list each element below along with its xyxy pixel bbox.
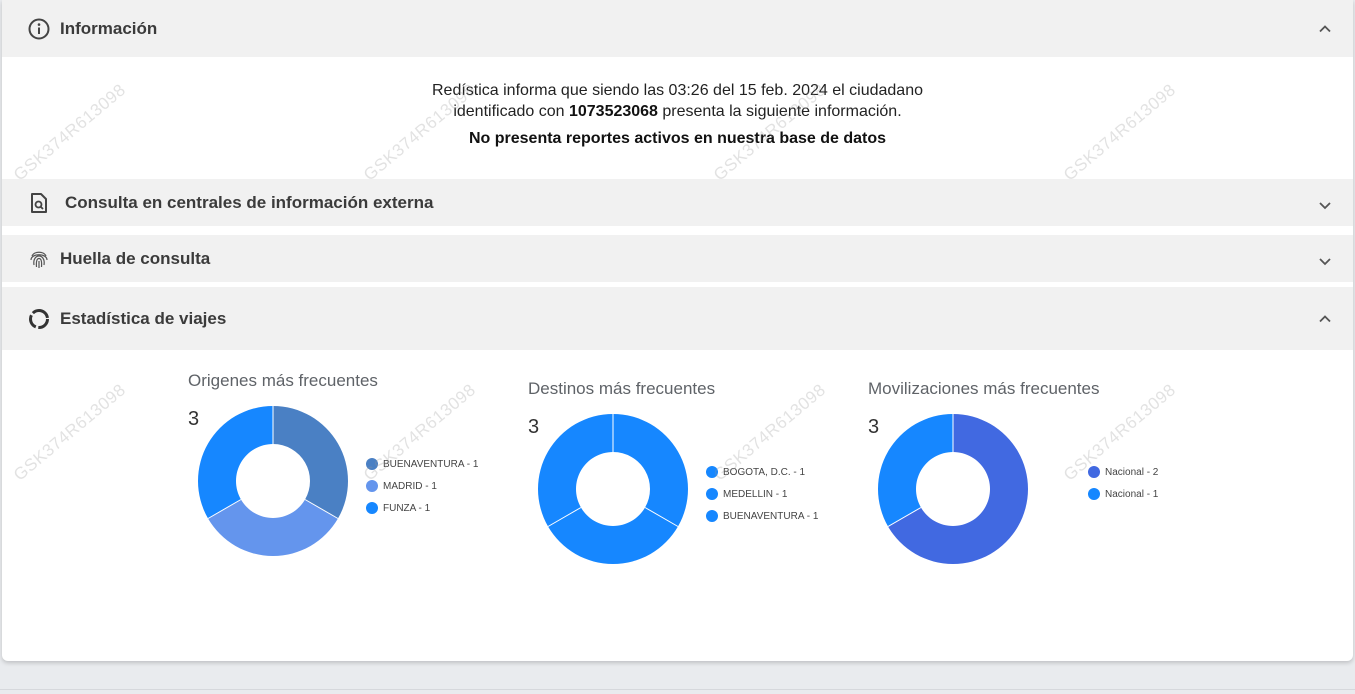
chart-legend: Nacional - 2 Nacional - 1: [1088, 461, 1158, 505]
section-header-consulta[interactable]: Consulta en centrales de información ext…: [2, 179, 1353, 226]
legend-label: BUENAVENTURA - 1: [723, 510, 819, 522]
legend-dot-icon: [706, 488, 718, 500]
donut-slice[interactable]: [878, 414, 953, 527]
legend-dot-icon: [1088, 488, 1100, 500]
info-line-2-prefix: identificado con: [453, 103, 569, 120]
section-header-estadistica[interactable]: Estadística de viajes: [2, 287, 1353, 350]
donut-slice[interactable]: [273, 406, 348, 519]
legend-item[interactable]: Nacional - 2: [1088, 461, 1158, 483]
section-title-estadistica: Estadística de viajes: [60, 308, 227, 328]
donut-slice[interactable]: [198, 406, 273, 519]
legend-item[interactable]: FUNZA - 1: [366, 497, 478, 519]
chevron-up-icon[interactable]: [1317, 21, 1333, 37]
donut-slice[interactable]: [613, 414, 688, 527]
legend-dot-icon: [706, 510, 718, 522]
fingerprint-icon: [28, 248, 50, 270]
legend-item[interactable]: MEDELLIN - 1: [706, 483, 818, 505]
chevron-up-icon[interactable]: [1317, 311, 1333, 327]
chevron-down-icon[interactable]: [1317, 253, 1333, 269]
donut-slice[interactable]: [548, 507, 678, 565]
legend-label: Nacional - 2: [1105, 466, 1159, 478]
divider: [2, 226, 1353, 235]
document-search-icon: [28, 192, 50, 214]
legend-label: MEDELLIN - 1: [723, 488, 788, 500]
chevron-down-icon[interactable]: [1317, 197, 1333, 213]
watermark: GSK374R613098: [10, 380, 130, 485]
info-circle-icon: [28, 18, 50, 40]
section-header-huella[interactable]: Huella de consulta: [2, 235, 1353, 282]
info-alert: No presenta reportes activos en nuestra …: [468, 130, 887, 147]
section-title-informacion: Información: [60, 18, 158, 38]
page-bottom-border: [0, 689, 1355, 690]
legend-item[interactable]: Nacional - 1: [1088, 483, 1158, 505]
section-title-consulta: Consulta en centrales de información ext…: [65, 192, 434, 212]
donut-chart-icon: [28, 308, 50, 330]
legend-label: FUNZA - 1: [383, 502, 431, 514]
id-number: 1073523068: [568, 103, 658, 120]
legend-item[interactable]: BUENAVENTURA - 1: [706, 505, 818, 527]
legend-item[interactable]: MADRID - 1: [366, 475, 478, 497]
legend-dot-icon: [366, 502, 378, 514]
main-card: Información Redística informa que siendo…: [2, 0, 1353, 661]
section-title-huella: Huella de consulta: [60, 248, 211, 268]
legend-label: MADRID - 1: [383, 480, 437, 492]
section-header-informacion[interactable]: Información: [2, 0, 1353, 57]
legend-label: Nacional - 1: [1105, 488, 1159, 500]
donut-slice[interactable]: [208, 499, 338, 557]
donut-slice[interactable]: [538, 414, 613, 527]
